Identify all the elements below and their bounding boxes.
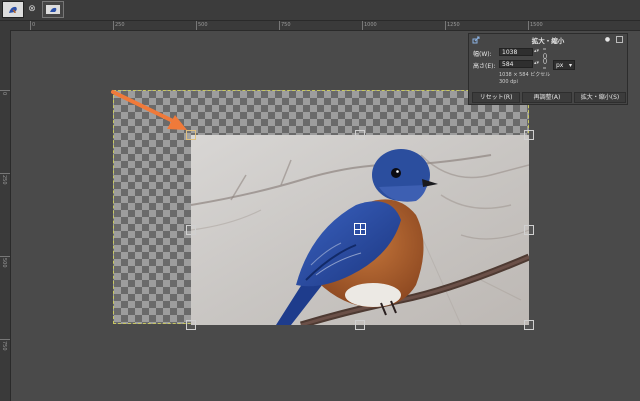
h-ruler-label: 750 bbox=[281, 22, 291, 28]
v-ruler-label: 500 bbox=[1, 258, 7, 268]
image-tab-thumbnail-2[interactable] bbox=[42, 1, 64, 18]
dpi-info: 300 dpi bbox=[499, 79, 518, 85]
resize-handle-bottom[interactable] bbox=[355, 320, 365, 330]
readjust-button[interactable]: 再調整(A) bbox=[522, 92, 572, 103]
chevron-down-icon: ▾ bbox=[568, 62, 572, 69]
h-ruler-label: 0 bbox=[32, 22, 36, 28]
height-label: 高さ(E): bbox=[473, 63, 496, 70]
height-input[interactable]: 584 bbox=[499, 60, 533, 68]
h-ruler-label: 1250 bbox=[447, 22, 460, 28]
tab-close-icon[interactable]: ⊗ bbox=[27, 4, 37, 14]
vertical-ruler[interactable]: 0 250 500 750 bbox=[0, 30, 11, 401]
scale-dialog: 拡大・縮小 ● 幅(W): 1038 ▴▾ 高さ(E): 584 ▴▾ px ▾… bbox=[468, 33, 628, 105]
image-tab-thumbnail-1[interactable] bbox=[2, 1, 24, 18]
scale-button[interactable]: 拡大・縮小(S) bbox=[574, 92, 626, 103]
chain-link-icon[interactable] bbox=[542, 48, 548, 69]
resize-handle-left[interactable] bbox=[186, 225, 196, 235]
h-ruler-label: 1000 bbox=[364, 22, 377, 28]
resize-handle-top-right[interactable] bbox=[524, 130, 534, 140]
resize-handle-top-left[interactable] bbox=[186, 130, 196, 140]
h-ruler-label: 500 bbox=[198, 22, 208, 28]
width-label: 幅(W): bbox=[473, 51, 492, 58]
bird-thumbnail-icon bbox=[43, 2, 63, 17]
height-spinner-icon[interactable]: ▴▾ bbox=[534, 60, 539, 66]
resize-handle-bottom-left[interactable] bbox=[186, 320, 196, 330]
resize-handle-right[interactable] bbox=[524, 225, 534, 235]
v-ruler-label: 250 bbox=[1, 175, 7, 185]
move-center-handle[interactable] bbox=[354, 223, 366, 235]
width-input[interactable]: 1038 bbox=[499, 48, 533, 56]
resize-handle-top[interactable] bbox=[355, 130, 365, 140]
v-ruler-label: 750 bbox=[1, 341, 7, 351]
unit-value: px bbox=[556, 62, 564, 69]
horizontal-ruler[interactable]: 0 250 500 750 1000 1250 1500 bbox=[0, 21, 640, 31]
reset-button[interactable]: リセット(R) bbox=[472, 92, 520, 103]
size-info: 1038 × 584 ピクセル bbox=[499, 72, 551, 78]
width-spinner-icon[interactable]: ▴▾ bbox=[534, 48, 539, 54]
h-ruler-label: 1500 bbox=[530, 22, 543, 28]
unit-select[interactable]: px ▾ bbox=[553, 60, 575, 70]
dialog-close-icon[interactable] bbox=[616, 36, 623, 43]
dialog-menu-icon[interactable]: ● bbox=[604, 36, 611, 43]
image-tab-bar: ⊗ bbox=[0, 0, 640, 21]
h-ruler-label: 250 bbox=[115, 22, 125, 28]
v-ruler-label: 0 bbox=[1, 92, 7, 96]
bird-thumbnail-icon bbox=[3, 2, 23, 17]
resize-handle-bottom-right[interactable] bbox=[524, 320, 534, 330]
